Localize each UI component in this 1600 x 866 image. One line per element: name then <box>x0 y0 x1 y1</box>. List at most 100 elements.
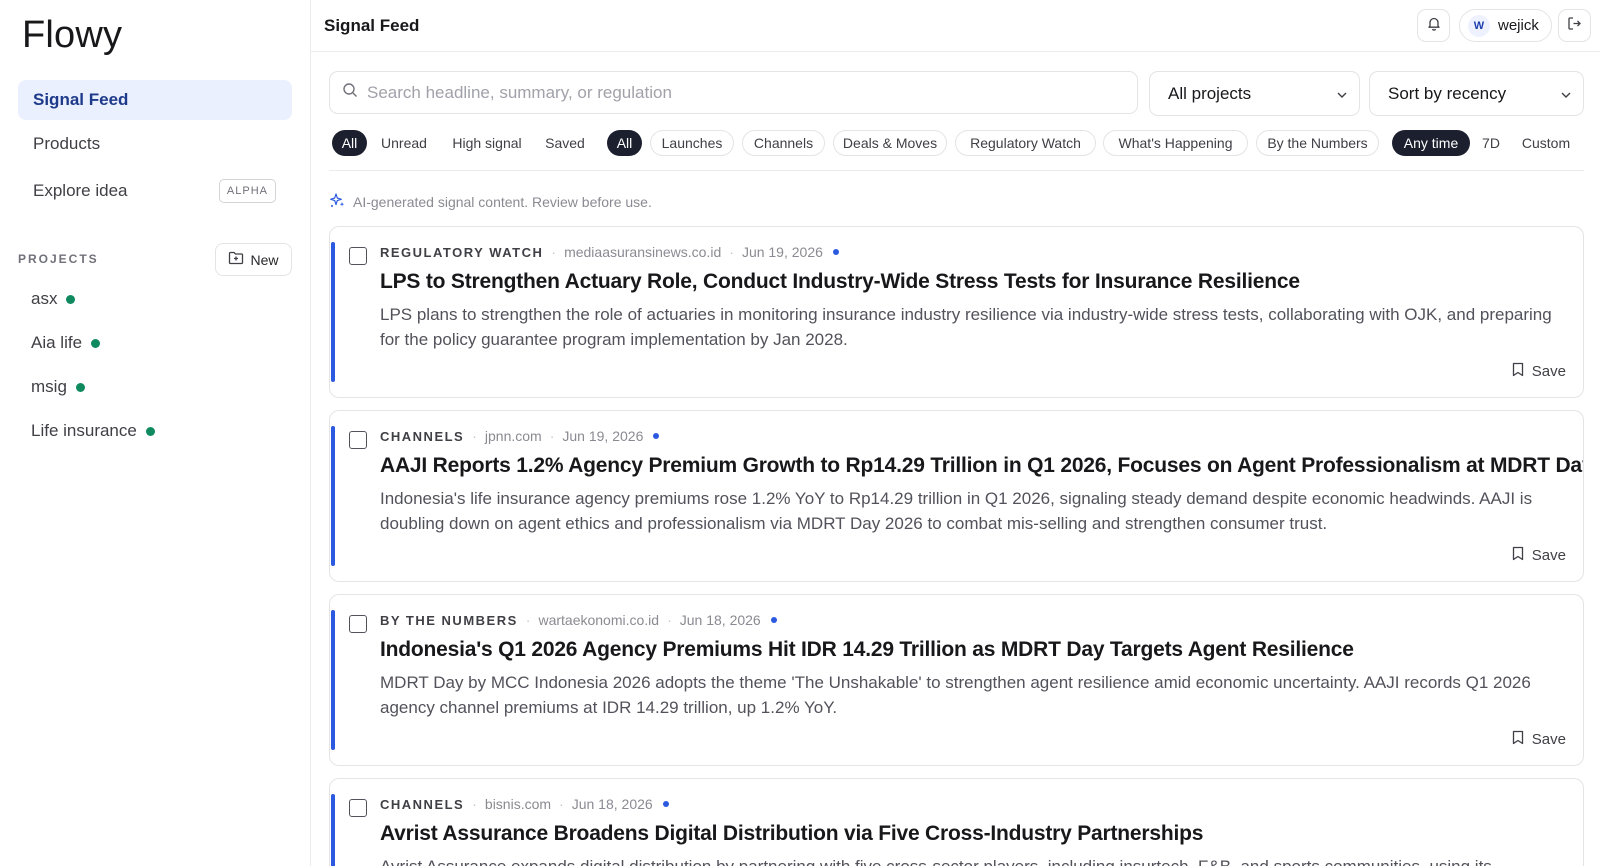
card-source[interactable]: jpnn.com <box>485 428 542 444</box>
meta-separator: · <box>551 244 557 260</box>
save-button[interactable]: Save <box>1512 362 1566 381</box>
project-item-life-insurance[interactable]: Life insurance <box>31 421 155 441</box>
filter-category-regulatory-watch[interactable]: Regulatory Watch <box>955 130 1096 156</box>
filter-time-custom[interactable]: Custom <box>1512 130 1580 156</box>
meta-separator: · <box>729 244 734 260</box>
project-name: Aia life <box>31 333 83 352</box>
card-meta: CHANNELS · jpnn.com · Jun 19, 2026 <box>380 428 660 444</box>
nav-label: Products <box>33 134 101 153</box>
filter-status-all[interactable]: All <box>332 130 367 156</box>
save-label: Save <box>1531 363 1566 380</box>
card-source[interactable]: mediaasuransinews.co.id <box>564 244 721 260</box>
nav-products[interactable]: Products <box>18 124 292 164</box>
card-summary: LPS plans to strengthen the role of actu… <box>380 305 1552 349</box>
folder-plus-icon <box>228 251 244 268</box>
feed-card[interactable]: CHANNELS · bisnis.com · Jun 18, 2026 Avr… <box>329 778 1584 866</box>
card-category: CHANNELS <box>380 796 465 812</box>
meta-separator: · <box>549 428 555 444</box>
sort-select[interactable]: Sort by recency <box>1369 71 1584 116</box>
card-summary: Indonesia's life insurance agency premiu… <box>380 489 1533 533</box>
app-logo[interactable]: Flowy <box>22 14 122 57</box>
card-checkbox[interactable] <box>349 615 367 633</box>
save-button[interactable]: Save <box>1512 546 1566 565</box>
card-accent <box>331 610 335 750</box>
status-dot <box>75 382 85 392</box>
new-project-button[interactable]: New <box>215 243 292 276</box>
page-title: Signal Feed <box>324 16 420 35</box>
filter-category-launches[interactable]: Launches <box>650 130 734 156</box>
nav-label: Signal Feed <box>33 90 129 109</box>
card-source[interactable]: wartaekonomi.co.id <box>538 612 659 628</box>
project-select[interactable]: All projects <box>1149 71 1360 116</box>
avatar: W <box>1468 14 1490 37</box>
divider <box>329 170 1584 171</box>
card-category: REGULATORY WATCH <box>380 244 544 260</box>
card-date: Jun 19, 2026 <box>741 244 823 260</box>
logout-button[interactable] <box>1558 9 1591 42</box>
nav-label: Explore idea <box>33 181 128 200</box>
save-label: Save <box>1531 731 1566 748</box>
card-accent <box>331 426 335 566</box>
project-item-aia-life[interactable]: Aia life <box>31 333 101 353</box>
card-meta: BY THE NUMBERS · wartaekonomi.co.id · Ju… <box>380 612 777 628</box>
status-dot <box>91 338 101 348</box>
card-headline[interactable]: Indonesia's Q1 2026 Agency Premiums Hit … <box>380 638 1354 662</box>
alpha-badge: ALPHA <box>218 179 276 203</box>
filter-time-7d[interactable]: 7D <box>1476 130 1506 156</box>
card-summary: MDRT Day by MCC Indonesia 2026 adopts th… <box>380 673 1531 717</box>
meta-separator: · <box>667 612 672 628</box>
card-meta: REGULATORY WATCH · mediaasuransinews.co.… <box>380 244 839 260</box>
meta-separator: · <box>472 796 477 812</box>
filter-status-high-signal[interactable]: High signal <box>443 130 531 156</box>
status-dot <box>66 294 76 304</box>
ai-note-text: AI-generated signal content. Review befo… <box>353 194 652 210</box>
filter-category-whats-happening[interactable]: What's Happening <box>1103 130 1248 156</box>
filter-status-unread[interactable]: Unread <box>375 130 433 156</box>
project-name: Life insurance <box>31 421 137 440</box>
notifications-button[interactable] <box>1417 9 1450 42</box>
nav-explore-idea[interactable]: Explore idea ALPHA <box>18 171 292 211</box>
sidebar: Flowy Signal Feed Products Explore idea … <box>0 0 311 866</box>
filter-category-deals-moves[interactable]: Deals & Moves <box>833 130 947 156</box>
unread-dot <box>770 617 777 623</box>
card-headline[interactable]: AAJI Reports 1.2% Agency Premium Growth … <box>380 454 1583 478</box>
card-date: Jun 19, 2026 <box>562 428 644 444</box>
search-box <box>329 71 1138 114</box>
new-label: New <box>250 251 279 268</box>
card-accent <box>331 794 335 866</box>
unread-dot <box>653 433 660 439</box>
feed-card[interactable]: REGULATORY WATCH · mediaasuransinews.co.… <box>329 226 1584 398</box>
save-button[interactable]: Save <box>1512 730 1566 749</box>
card-source[interactable]: bisnis.com <box>485 796 551 812</box>
card-checkbox[interactable] <box>349 799 367 817</box>
card-checkbox[interactable] <box>349 431 367 449</box>
status-dot <box>145 426 155 436</box>
ai-disclaimer: AI-generated signal content. Review befo… <box>329 192 652 212</box>
chevron-down-icon <box>1559 87 1573 107</box>
top-bar: Signal Feed W wejick <box>311 0 1600 52</box>
card-summary: Avrist Assurance expands digital distrib… <box>380 854 1560 866</box>
card-headline[interactable]: LPS to Strengthen Actuary Role, Conduct … <box>380 270 1300 294</box>
project-item-msig[interactable]: msig <box>31 377 85 397</box>
card-headline[interactable]: Avrist Assurance Broadens Digital Distri… <box>380 822 1203 846</box>
filter-category-all[interactable]: All <box>607 130 642 156</box>
card-checkbox[interactable] <box>349 247 367 265</box>
bookmark-icon <box>1512 546 1524 565</box>
filter-category-by-the-numbers[interactable]: By the Numbers <box>1256 130 1379 156</box>
meta-separator: · <box>559 796 564 812</box>
projects-heading: PROJECTS <box>18 252 99 266</box>
card-date: Jun 18, 2026 <box>571 796 653 812</box>
feed-card[interactable]: BY THE NUMBERS · wartaekonomi.co.id · Ju… <box>329 594 1584 766</box>
search-input[interactable] <box>367 82 1117 103</box>
user-menu[interactable]: W wejick <box>1459 9 1552 42</box>
unread-dot <box>832 249 839 255</box>
filter-status-saved[interactable]: Saved <box>540 130 590 156</box>
search-icon <box>342 82 358 103</box>
nav-signal-feed[interactable]: Signal Feed <box>18 80 292 120</box>
project-item-asx[interactable]: asx <box>31 289 76 309</box>
feed-card[interactable]: CHANNELS · jpnn.com · Jun 19, 2026 AAJI … <box>329 410 1584 582</box>
filter-category-channels[interactable]: Channels <box>742 130 825 156</box>
meta-separator: · <box>525 612 531 628</box>
bell-icon <box>1427 16 1441 36</box>
filter-time-any-time[interactable]: Any time <box>1392 130 1470 156</box>
